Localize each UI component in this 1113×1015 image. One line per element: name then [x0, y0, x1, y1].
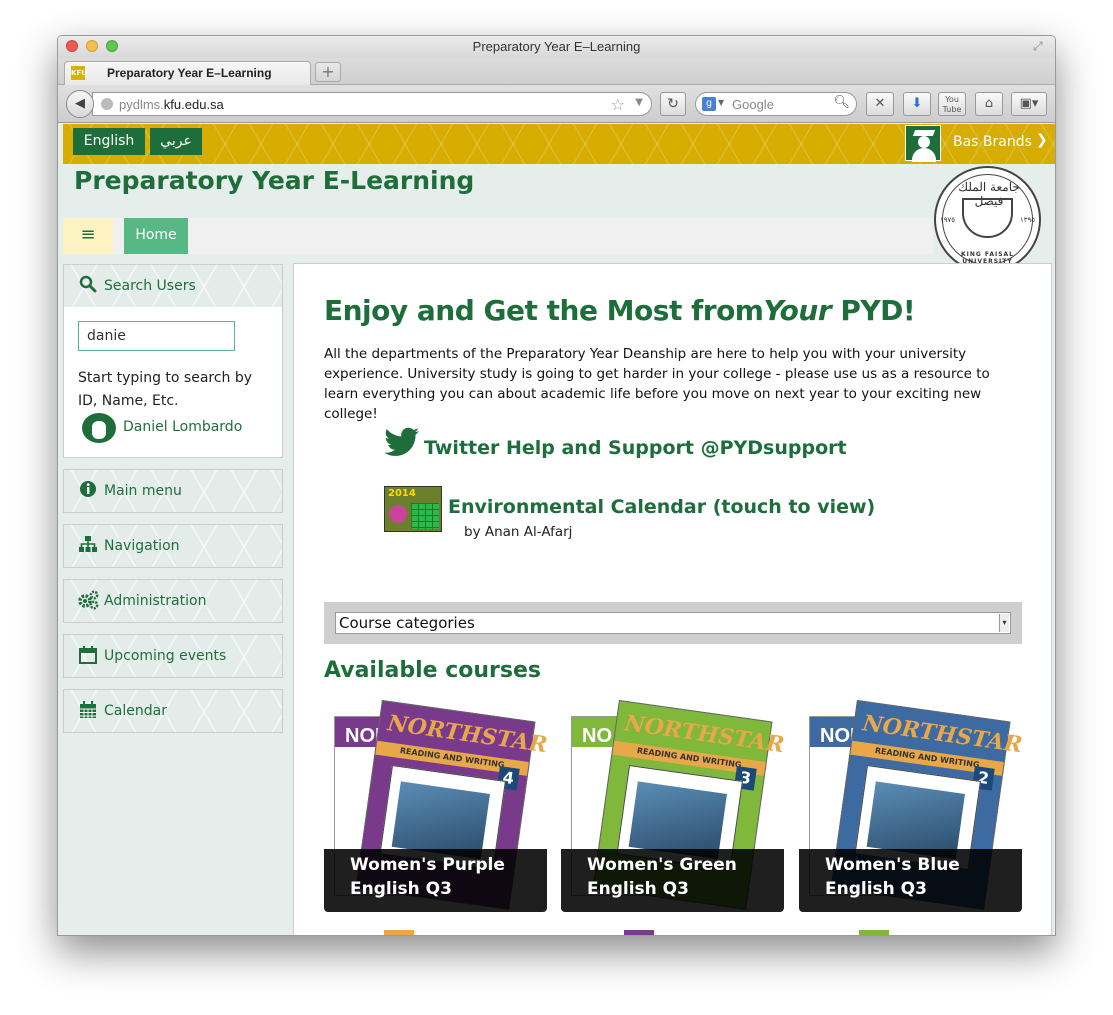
course-title[interactable]: Women's Blue English Q3 — [799, 849, 1022, 912]
logo-year-left: ١٩٧٥ — [940, 216, 956, 224]
nav-bar: ≡ Home — [63, 218, 933, 254]
bookmark-star-icon[interactable]: ☆ — [611, 95, 625, 114]
user-avatar[interactable] — [905, 125, 941, 162]
course-card[interactable]: NO NORTHSTAR READING AND WRITING 3 Women… — [561, 698, 784, 912]
university-logo: جامعة الملك فيصل ١٩٧٥ ١٣٩٥ KING FAISAL U… — [934, 166, 1041, 273]
select-arrow-icon: ▾ — [999, 614, 1009, 632]
language-english-button[interactable]: English — [73, 128, 145, 155]
main-menu-block[interactable]: Main menu — [63, 469, 283, 513]
course-card[interactable]: NOR NORTHSTAR READING AND WRITING 2 Wome… — [799, 698, 1022, 912]
search-bar[interactable]: g ▼ Google 🔍︎ — [695, 92, 857, 116]
new-tab-button[interactable]: + — [315, 62, 341, 82]
calendar-grid-icon — [78, 700, 98, 720]
globe-icon — [101, 98, 113, 110]
search-hint: Start typing to search by ID, Name, Etc. — [78, 370, 253, 409]
hero-heading: Enjoy and Get the Most fromYour PYD! — [324, 294, 916, 327]
browser-toolbar: pydlms.kfu.edu.sa ☆ ▼ ◀ ↻ g ▼ Google 🔍︎ … — [58, 85, 1055, 123]
administration-block[interactable]: Administration — [63, 579, 283, 623]
twitter-support-link[interactable]: Twitter Help and Support @PYDsupport — [424, 437, 847, 459]
block-title: Upcoming events — [104, 648, 227, 664]
logo-year-right: ١٣٩٥ — [1019, 216, 1035, 224]
main-content: Enjoy and Get the Most fromYour PYD! All… — [293, 263, 1052, 935]
course-card-peek — [859, 930, 889, 935]
available-courses-heading: Available courses — [324, 658, 542, 683]
hamburger-menu-icon[interactable]: ≡ — [63, 218, 113, 254]
environmental-calendar-link[interactable]: Environmental Calendar (touch to view) — [448, 496, 875, 518]
search-users-block: Search Users Start typing to search by I… — [63, 264, 283, 458]
intro-paragraph: All the departments of the Preparatory Y… — [324, 346, 990, 422]
sitemap-icon — [78, 535, 98, 555]
download-icon[interactable]: ⬇ — [903, 92, 931, 116]
block-title: Calendar — [104, 703, 167, 719]
calendar-block[interactable]: Calendar — [63, 689, 283, 733]
upcoming-events-block[interactable]: Upcoming events — [63, 634, 283, 678]
home-icon[interactable]: ⌂ — [975, 92, 1003, 116]
navigation-block[interactable]: Navigation — [63, 524, 283, 568]
tab-bar: KFU Preparatory Year E–Learning + — [58, 58, 1055, 85]
youtube-icon[interactable]: You Tube — [938, 92, 966, 116]
top-bar: English عربي Bas Brands ❯ — [63, 124, 1055, 164]
reload-button[interactable]: ↻ — [660, 92, 686, 116]
course-title[interactable]: Women's Purple English Q3 — [324, 849, 547, 912]
search-icon — [78, 275, 98, 295]
gears-icon — [78, 590, 99, 610]
language-arabic-button[interactable]: عربي — [150, 128, 202, 155]
course-card[interactable]: NOR NORTHSTAR READING AND WRITING 4 Wome… — [324, 698, 547, 912]
history-dropdown-icon[interactable]: ▼ — [635, 97, 643, 108]
url-text: pydlms.kfu.edu.sa — [119, 97, 224, 112]
browser-window: Preparatory Year E–Learning ⤢ KFU Prepar… — [57, 35, 1056, 936]
search-engine-dropdown-icon[interactable]: ▼ — [718, 98, 724, 107]
search-icon[interactable]: 🔍︎ — [833, 95, 850, 110]
block-title: Navigation — [104, 538, 180, 554]
address-bar[interactable]: pydlms.kfu.edu.sa ☆ ▼ — [92, 92, 652, 116]
user-avatar-icon — [82, 413, 116, 443]
tab-label: Preparatory Year E–Learning — [107, 66, 272, 80]
home-nav-button[interactable]: Home — [124, 218, 188, 254]
search-users-input[interactable] — [78, 321, 235, 351]
block-title: Search Users — [104, 278, 196, 294]
chevron-down-icon[interactable]: ❯ — [1036, 132, 1048, 148]
calendar-empty-icon — [78, 645, 98, 665]
course-card-peek — [384, 930, 414, 935]
title-bar: Preparatory Year E–Learning ⤢ — [58, 36, 1055, 58]
back-button[interactable]: ◀ — [66, 90, 94, 118]
user-menu-name[interactable]: Bas Brands — [953, 134, 1032, 150]
course-categories-select[interactable]: Course categories ▾ — [335, 612, 1011, 634]
user-result-name[interactable]: Daniel Lombardo — [123, 419, 242, 435]
fullscreen-icon[interactable]: ⤢ — [1033, 39, 1047, 53]
course-card-peek — [624, 930, 654, 935]
twitter-bird-icon[interactable] — [384, 427, 420, 457]
block-title: Main menu — [104, 483, 182, 499]
search-users-header[interactable]: Search Users — [64, 265, 282, 307]
browser-tab[interactable]: KFU Preparatory Year E–Learning — [64, 61, 311, 85]
info-circle-icon — [78, 480, 98, 500]
block-title: Administration — [104, 593, 207, 609]
search-placeholder: Google — [732, 97, 774, 112]
course-title[interactable]: Women's Green English Q3 — [561, 849, 784, 912]
bookmarks-menu-button[interactable]: ▣▾ — [1011, 92, 1047, 116]
calendar-thumbnail[interactable]: 2014 — [384, 486, 442, 532]
calendar-author: by Anan Al-Afarj — [464, 524, 573, 540]
user-search-result[interactable]: Daniel Lombardo — [82, 413, 272, 443]
google-icon[interactable]: g — [702, 97, 716, 111]
window-title: Preparatory Year E–Learning — [472, 39, 641, 54]
favicon-icon: KFU — [71, 66, 87, 80]
stop-button[interactable]: ✕ — [866, 92, 894, 116]
site-title[interactable]: Preparatory Year E-Learning — [74, 166, 474, 195]
course-categories-wrapper: Course categories ▾ — [324, 602, 1022, 644]
web-page: English عربي Bas Brands ❯ Preparatory Ye… — [58, 124, 1055, 935]
